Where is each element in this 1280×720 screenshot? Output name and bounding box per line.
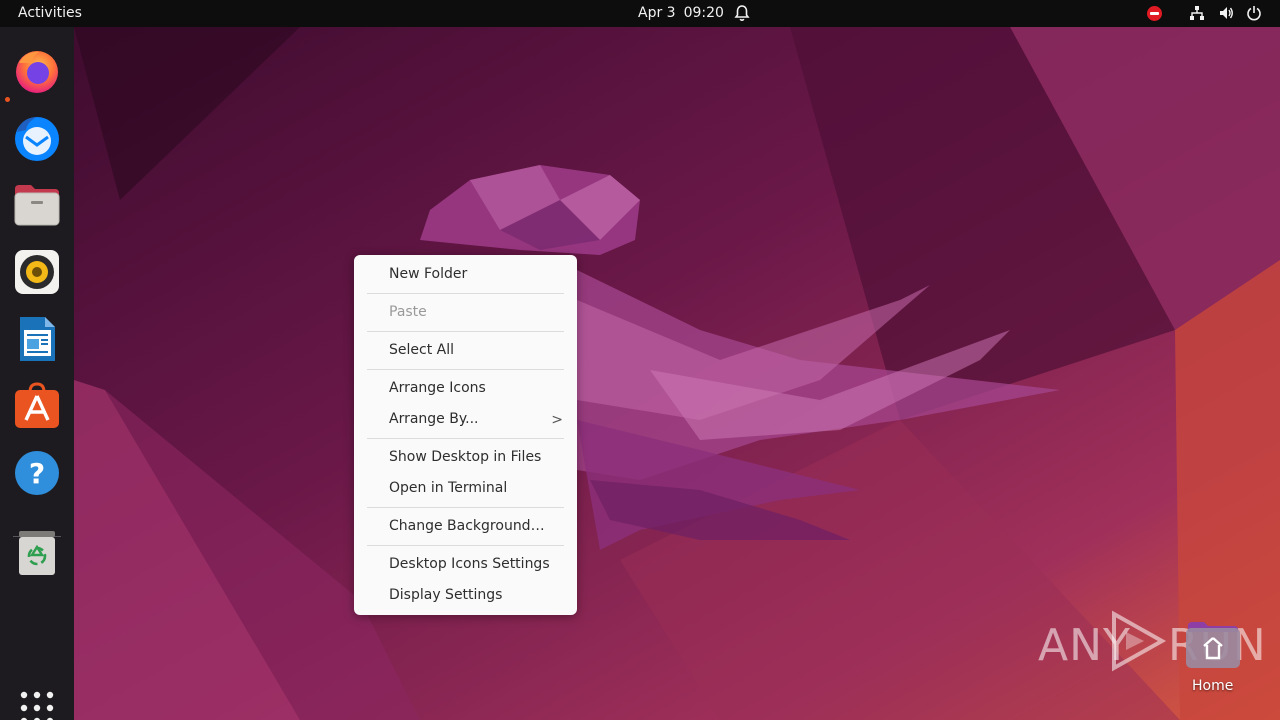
running-indicator: [5, 97, 10, 102]
dock: ?: [0, 27, 74, 720]
menu-item-select-all[interactable]: Select All: [389, 342, 454, 358]
menu-item-display-settings[interactable]: Display Settings: [389, 587, 502, 603]
power-icon[interactable]: [1246, 5, 1262, 21]
top-bar: Activities Apr 3 09:20: [0, 0, 1280, 27]
menu-item-paste: Paste: [389, 304, 427, 320]
libreoffice-writer-icon[interactable]: [11, 313, 63, 365]
menu-item-arrange-icons[interactable]: Arrange Icons: [389, 380, 486, 396]
volume-icon[interactable]: [1218, 5, 1234, 21]
home-folder-label[interactable]: Home: [1192, 678, 1233, 694]
menu-item-open-in-terminal[interactable]: Open in Terminal: [389, 480, 507, 496]
help-icon[interactable]: ?: [11, 447, 63, 499]
submenu-chevron-icon: >: [551, 412, 563, 428]
clock-date: Apr 3: [638, 5, 676, 21]
menu-item-show-desktop-in-files[interactable]: Show Desktop in Files: [389, 449, 541, 465]
menu-item-change-background[interactable]: Change Background…: [389, 518, 545, 534]
menu-separator: [367, 438, 564, 439]
rhythmbox-icon[interactable]: [11, 246, 63, 298]
files-icon[interactable]: [11, 179, 63, 231]
menu-item-desktop-icons-settings[interactable]: Desktop Icons Settings: [389, 556, 550, 572]
menu-separator: [367, 545, 564, 546]
firefox-icon[interactable]: [11, 45, 63, 97]
app-center-icon[interactable]: [11, 380, 63, 432]
notification-bell-icon[interactable]: [733, 4, 751, 22]
network-icon[interactable]: [1189, 5, 1205, 21]
desktop-context-menu: New Folder Paste Select All Arrange Icon…: [354, 255, 577, 615]
menu-separator: [367, 293, 564, 294]
home-folder-icon[interactable]: [1184, 618, 1242, 668]
menu-separator: [367, 369, 564, 370]
svg-text:?: ?: [29, 457, 45, 490]
trash-icon[interactable]: [11, 527, 63, 579]
clock[interactable]: Apr 3 09:20: [638, 5, 732, 21]
menu-separator: [367, 331, 564, 332]
menu-separator: [367, 507, 564, 508]
menu-item-arrange-by[interactable]: Arrange By...: [389, 411, 479, 427]
menu-item-new-folder[interactable]: New Folder: [389, 266, 467, 282]
clock-time: 09:20: [683, 5, 724, 21]
do-not-disturb-icon[interactable]: [1147, 6, 1162, 21]
thunderbird-icon[interactable]: [11, 112, 63, 164]
watermark-play-icon: [1112, 610, 1167, 672]
activities-button[interactable]: Activities: [18, 5, 82, 21]
show-applications-icon[interactable]: [20, 691, 54, 720]
